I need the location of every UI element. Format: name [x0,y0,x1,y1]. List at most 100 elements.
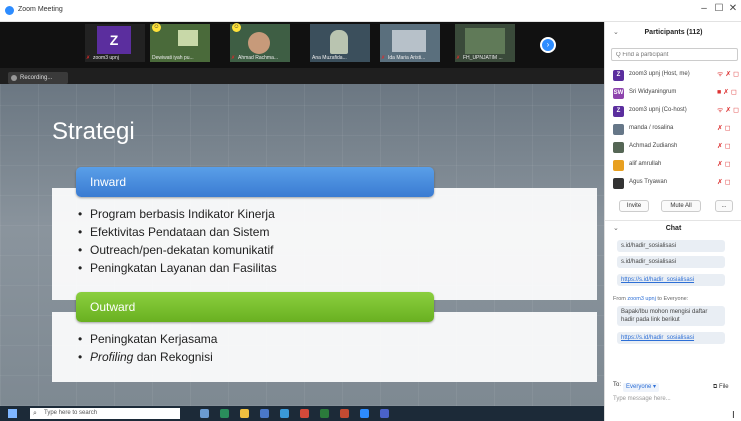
chevron-down-icon[interactable]: ⌄ [613,221,619,237]
mic-muted-icon: ✗ [456,55,461,61]
to-label: To: [613,382,622,388]
participant-name: Sri Widyaningrum [629,89,677,95]
participant-status-icons: ■ ✗ ◻ [717,89,737,96]
zoom-taskbar-icon[interactable] [360,409,369,418]
chevron-right-icon[interactable]: › [540,37,556,53]
tile-name: Ana Muzafida... [312,55,347,61]
participant-row[interactable]: Z zoom3 upnj (Host, me) ᯤ ✗ ◻ [605,66,741,84]
from-prefix: From [613,296,628,302]
video-tile[interactable]: Z ✗ zoom3 upnj [85,24,145,62]
recipient-select[interactable]: Everyone ▾ [623,383,660,392]
video-feed [465,28,505,54]
inward-bullet-list: Program berbasis Indikator Kinerja Efekt… [78,205,277,277]
window-titlebar: Zoom Meeting – ☐ ✕ [0,0,741,22]
inward-heading: Inward [76,167,434,197]
mic-muted-icon: ✗ [381,55,386,61]
taskbar-search-placeholder: Type here to search [44,410,98,416]
mic-muted-icon: ✗ [86,55,91,61]
chat-message-input[interactable]: Type message here... [613,396,671,402]
participant-status-icons: ✗ ◻ [717,125,731,132]
task-view-icon[interactable] [200,409,209,418]
chevron-down-icon[interactable]: ⌄ [613,22,619,44]
avatar [613,142,624,153]
participant-actions: Invite Mute All ... [605,198,741,214]
edge-icon[interactable] [220,409,229,418]
word-icon[interactable] [380,409,389,418]
participant-row[interactable]: alif amrullah ✗ ◻ [605,156,741,174]
participant-name: zoom3 upnj (Host, me) [629,71,690,77]
avatar: Z [97,26,131,54]
mute-all-button[interactable]: Mute All [661,200,701,212]
participant-name: Achmad Zudiansh [629,143,678,149]
profiling-text: Profiling [90,350,134,364]
bullet-item: Peningkatan Kerjasama [78,330,217,348]
video-tile[interactable]: ✗ Ida Maria Aristi... [380,24,440,62]
invite-button[interactable]: Invite [619,200,649,212]
participant-row[interactable]: SW Sri Widyaningrum ■ ✗ ◻ [605,84,741,102]
bullet-item: Profiling dan Rekognisi [78,348,217,366]
participant-status-icons: ᯤ ✗ ◻ [717,71,739,78]
participant-name: zoom3 upnj (Co-host) [629,107,687,113]
participant-row[interactable]: Z zoom3 upnj (Co-host) ᯤ ✗ ◻ [605,102,741,120]
file-label: File [718,384,729,390]
chat-message: Bapak/Ibu mohon mengisi daftar hadir pad… [617,306,725,326]
file-explorer-icon[interactable] [240,409,249,418]
profiling-rest: dan Rekognisi [133,350,213,364]
spotlight-icon: ☺ [152,23,161,32]
taskbar-search[interactable]: ⌕ Type here to search [30,408,180,419]
minimize-button[interactable]: – [697,3,711,14]
video-strip: Z ✗ zoom3 upnj Dewiwati iyah pu... ☺ ✗ A… [0,22,604,68]
participant-name: manda / rosalina [629,125,674,131]
excel-icon[interactable] [320,409,329,418]
participants-header: ⌄ Participants (112) [605,22,741,44]
chat-sender-line: From zoom3 upnj to Everyone: [613,296,688,302]
windows-start-icon[interactable] [8,409,17,418]
participant-list: Z zoom3 upnj (Host, me) ᯤ ✗ ◻ SW Sri Wid… [605,66,741,192]
participant-name: Agus Tryawan [629,179,668,185]
video-feed [330,30,348,54]
video-tile[interactable]: ✗ FH_UPNJATIM ... [455,24,515,62]
participant-row[interactable]: Agus Tryawan ✗ ◻ [605,174,741,192]
search-icon: ⌕ [33,410,37,417]
close-button[interactable]: ✕ [726,3,740,14]
text-cursor-icon: I [732,410,735,421]
mail-icon[interactable] [280,409,289,418]
avatar [613,124,624,135]
participant-status-icons: ✗ ◻ [717,161,731,168]
tile-name: Dewiwati iyah pu... [152,55,194,61]
participant-status-icons: ✗ ◻ [717,179,731,186]
participant-status-icons: ✗ ◻ [717,143,731,150]
bullet-item: Efektivitas Pendataan dan Sistem [78,223,277,241]
zoom-window: Zoom Meeting – ☐ ✕ Z ✗ zoom3 upnj Dewiwa… [0,0,741,421]
bullet-item: Program berbasis Indikator Kinerja [78,205,277,223]
chat-link[interactable]: https://s.id/hadir_sosialisasi [617,332,725,344]
avatar: SW [613,88,624,99]
powerpoint-icon[interactable] [340,409,349,418]
more-options-button[interactable]: ... [715,200,733,212]
tile-name: Ida Maria Aristi... [388,55,426,61]
participants-title: Participants (112) [644,29,703,36]
window-title: Zoom Meeting [18,6,63,13]
maximize-button[interactable]: ☐ [712,3,726,14]
meeting-area: Z ✗ zoom3 upnj Dewiwati iyah pu... ☺ ✗ A… [0,22,604,421]
bullet-item: Outreach/pen-dekatan komunikatif [78,241,277,259]
recording-indicator[interactable]: Recording... [8,72,68,84]
participant-search-input[interactable] [611,48,738,61]
tile-name: Ahmad Rachma... [238,55,279,61]
participant-row[interactable]: manda / rosalina ✗ ◻ [605,120,741,138]
file-button[interactable]: ⧉ File [713,383,729,392]
record-icon [11,75,17,81]
outward-heading: Outward [76,292,434,322]
participant-status-icons: ᯤ ✗ ◻ [717,107,739,114]
chrome-icon[interactable] [300,409,309,418]
chat-sender: zoom3 upnj [627,296,656,302]
mic-muted-icon: ✗ [231,55,236,61]
tile-name: FH_UPNJATIM ... [463,55,503,61]
chat-link[interactable]: https://s.id/hadir_sosialisasi [617,274,725,286]
avatar [613,178,624,189]
slide-title: Strategi [52,118,135,145]
participant-row[interactable]: Achmad Zudiansh ✗ ◻ [605,138,741,156]
video-tile[interactable]: Ana Muzafida... [310,24,370,62]
participant-name: alif amrullah [629,161,662,167]
store-icon[interactable] [260,409,269,418]
